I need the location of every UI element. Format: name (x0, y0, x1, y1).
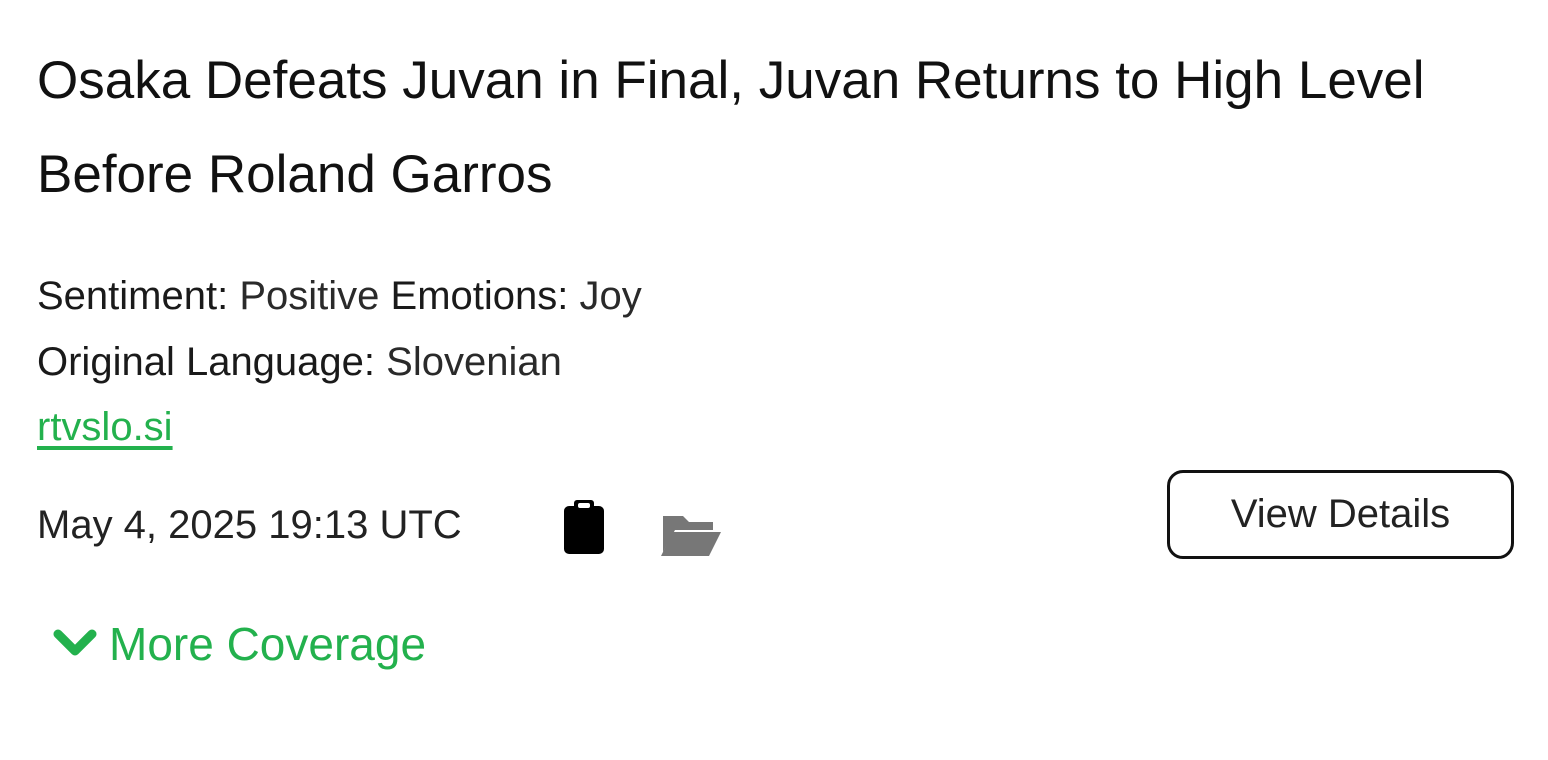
article-title: Osaka Defeats Juvan in Final, Juvan Retu… (37, 51, 1425, 204)
chevron-down-icon (53, 629, 97, 656)
more-coverage-toggle[interactable]: More Coverage (53, 616, 426, 672)
article-card: Osaka Defeats Juvan in Final, Juvan Retu… (37, 24, 1517, 724)
more-coverage-label: More Coverage (109, 618, 427, 670)
view-details-button[interactable]: View Details (1167, 470, 1514, 559)
sentiment-value: Positive (239, 274, 380, 318)
clipboard-icon[interactable] (560, 498, 608, 556)
sentiment-emotions-row: Sentiment: Positive Emotions: Joy (37, 271, 642, 321)
source-link[interactable]: rtvslo.si (37, 402, 173, 452)
language-row: Original Language: Slovenian (37, 337, 562, 387)
article-timestamp: May 4, 2025 19:13 UTC (37, 503, 462, 547)
emotions-value: Joy (579, 274, 642, 318)
sentiment-label: Sentiment: (37, 274, 229, 318)
emotions-label: Emotions: (390, 274, 569, 318)
folder-open-icon[interactable] (659, 510, 723, 560)
language-label: Original Language: (37, 340, 376, 384)
language-value: Slovenian (386, 340, 562, 384)
